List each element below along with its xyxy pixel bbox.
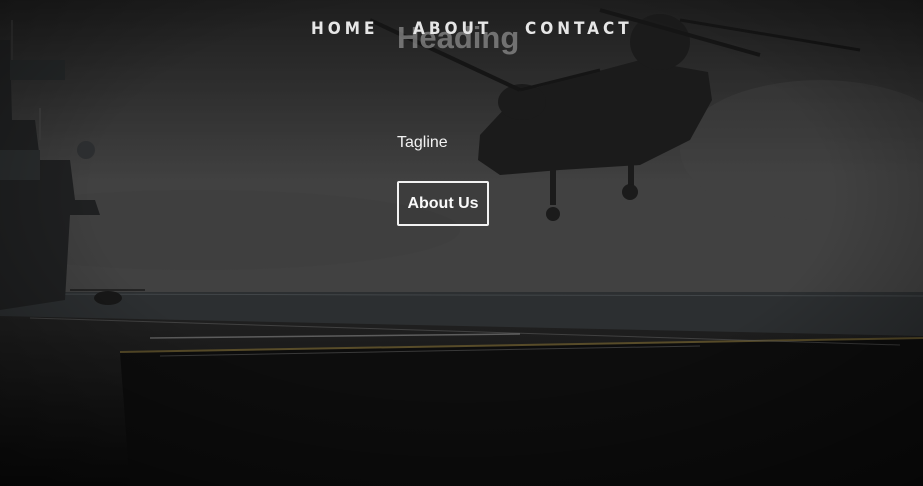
hero-background-image — [0, 0, 923, 486]
hero-tagline: Tagline — [397, 134, 448, 151]
nav-contact-link[interactable]: CONTACT — [525, 18, 633, 40]
nav-about-link[interactable]: ABOUT — [413, 18, 492, 40]
main-nav: HOME ABOUT CONTACT — [0, 18, 923, 42]
nav-home-link[interactable]: HOME — [311, 18, 378, 40]
about-us-button[interactable]: About Us — [397, 181, 489, 226]
hero-section: HOME ABOUT CONTACT Heading Tagline About… — [0, 0, 923, 486]
